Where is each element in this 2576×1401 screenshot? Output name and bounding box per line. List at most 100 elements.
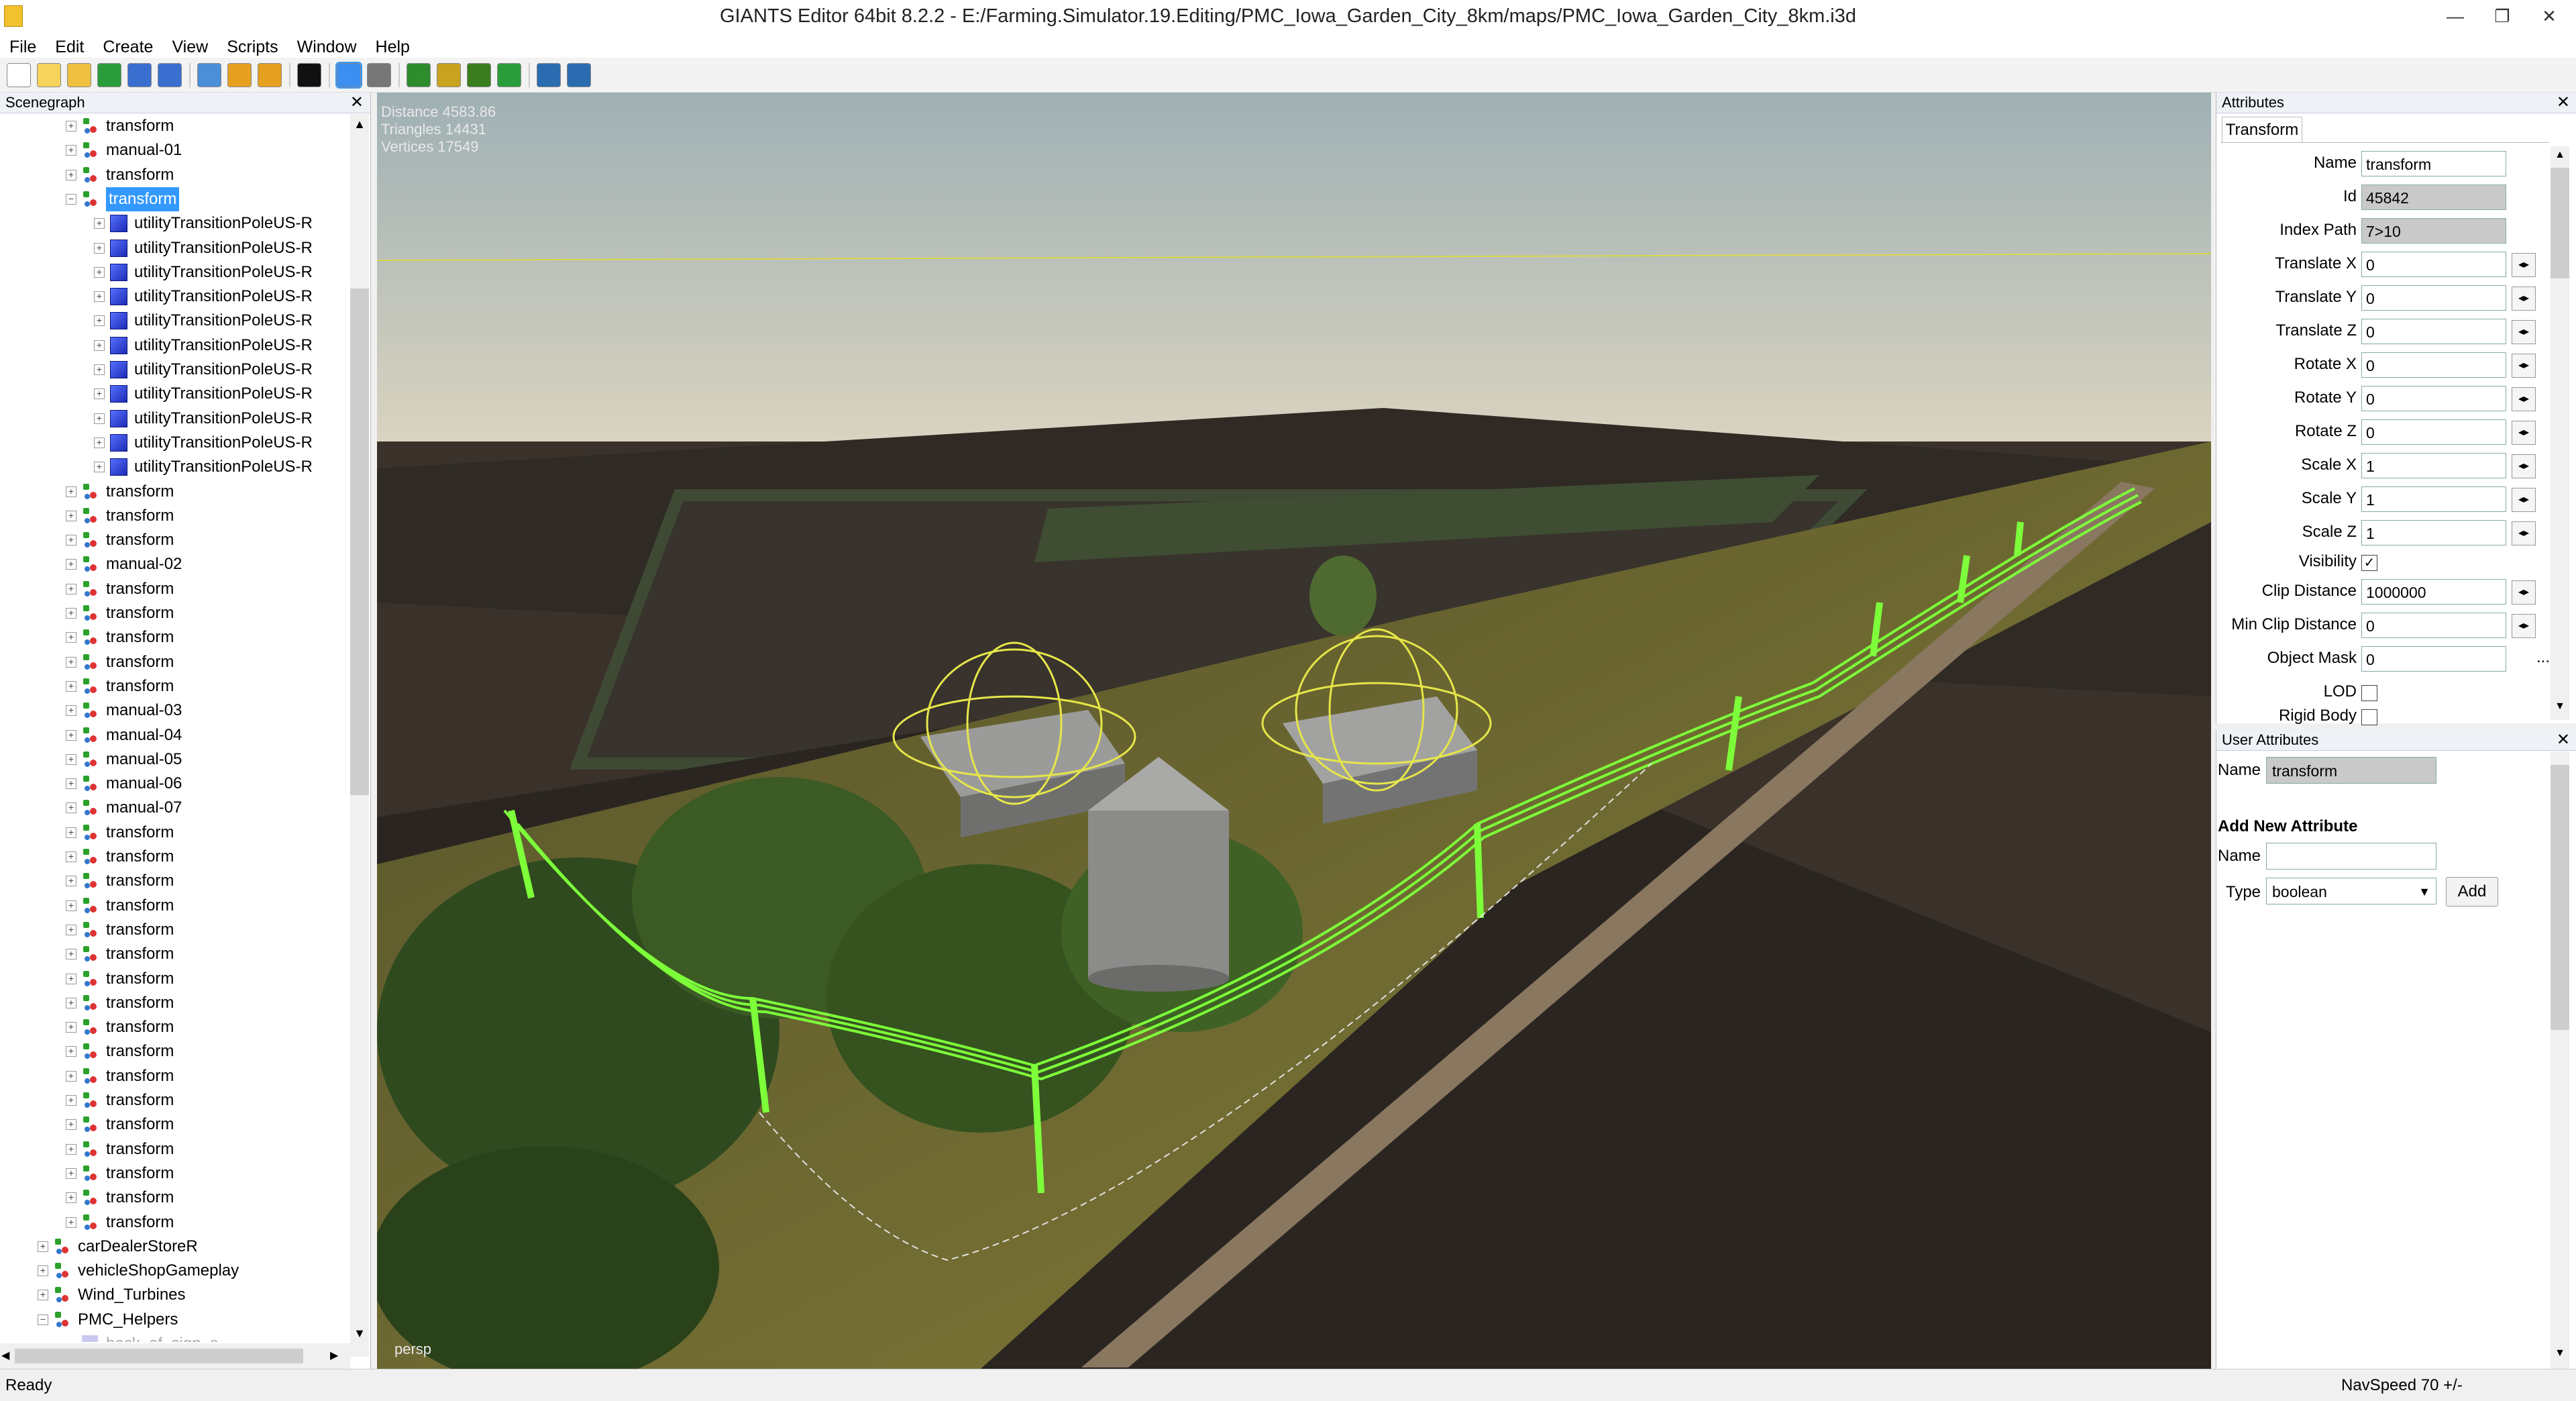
magnet-icon[interactable] (367, 62, 391, 87)
expand-icon[interactable]: + (66, 145, 76, 156)
expand-icon[interactable]: + (66, 656, 76, 668)
open-file-icon[interactable] (37, 62, 61, 87)
tree-row[interactable]: + transform (0, 1088, 349, 1112)
rotate-z-spinner-icon[interactable]: ◂▸ (2512, 421, 2536, 445)
tree-row[interactable]: + transform (0, 1137, 349, 1161)
expand-icon[interactable]: + (94, 340, 105, 351)
expand-icon[interactable]: + (94, 437, 105, 448)
import-icon[interactable] (197, 62, 221, 87)
tree-row[interactable]: + transform (0, 674, 349, 698)
translate-z-input[interactable]: 0 (2361, 319, 2506, 344)
tree-row[interactable]: + transform (0, 625, 349, 650)
3d-viewport[interactable]: Distance 4583.86 Triangles 14431 Vertice… (377, 93, 2211, 1369)
tree-row[interactable]: + transform (0, 601, 349, 625)
terrain-sculpt-icon[interactable] (407, 62, 431, 87)
tree-row[interactable]: + manual-06 (0, 772, 349, 796)
tree-row[interactable]: + utilityTransitionPoleUS-R (0, 284, 349, 309)
scenegraph-scroll-thumb[interactable] (350, 289, 369, 795)
expand-icon[interactable]: + (66, 1095, 76, 1106)
expand-icon[interactable]: + (66, 169, 76, 180)
tree-row[interactable]: + vehicleShopGameplay (0, 1259, 349, 1283)
translate-z-spinner-icon[interactable]: ◂▸ (2512, 320, 2536, 344)
visibility-checkbox[interactable]: ✓ (2361, 555, 2377, 571)
expand-icon[interactable]: + (66, 1168, 76, 1179)
tree-row[interactable]: + utilityTransitionPoleUS-R (0, 333, 349, 358)
expand-icon[interactable]: + (66, 924, 76, 935)
menu-file[interactable]: File (0, 34, 46, 58)
tree-row[interactable]: + transform (0, 1186, 349, 1210)
tree-row[interactable]: − PMC_Helpers (0, 1308, 349, 1332)
expand-icon[interactable]: + (66, 900, 76, 911)
expand-icon[interactable]: + (94, 291, 105, 303)
expand-icon[interactable]: + (66, 535, 76, 546)
tree-row[interactable]: + transform (0, 1210, 349, 1235)
min-clip-distance-spinner-icon[interactable]: ◂▸ (2512, 614, 2536, 638)
tree-row[interactable]: + transform (0, 114, 349, 138)
plugin-icon[interactable] (567, 62, 591, 87)
tree-row[interactable]: + utilityTransitionPoleUS-R (0, 455, 349, 479)
attributes-scroll-up-icon[interactable]: ▲ (2551, 149, 2569, 166)
expand-icon[interactable]: + (66, 1216, 76, 1228)
expand-icon[interactable]: + (66, 705, 76, 717)
attributes-close-icon[interactable]: ✕ (2557, 93, 2570, 113)
expand-icon[interactable]: + (66, 1070, 76, 1082)
expand-icon[interactable]: + (94, 242, 105, 254)
save-icon[interactable] (127, 62, 152, 87)
scale-x-spinner-icon[interactable]: ◂▸ (2512, 454, 2536, 478)
user-attributes-scroll-down-icon[interactable]: ▼ (2551, 1347, 2569, 1365)
scale-y-input[interactable]: 1 (2361, 486, 2506, 512)
tree-row[interactable]: + transform (0, 1161, 349, 1186)
tree-row[interactable]: + transform (0, 845, 349, 869)
tree-row[interactable]: + manual-02 (0, 552, 349, 576)
tree-row[interactable]: + transform (0, 1064, 349, 1088)
expand-icon[interactable]: + (66, 827, 76, 838)
tree-row[interactable]: + transform (0, 942, 349, 966)
tree-row[interactable]: − transform (0, 187, 349, 211)
expand-icon[interactable]: + (66, 754, 76, 765)
tree-row[interactable]: + manual-01 (0, 138, 349, 162)
expand-icon[interactable]: + (66, 1022, 76, 1033)
tree-row[interactable]: + transform (0, 869, 349, 893)
rotate-y-spinner-icon[interactable]: ◂▸ (2512, 387, 2536, 411)
expand-icon[interactable]: + (66, 1119, 76, 1131)
tree-row[interactable]: + carDealerStoreR (0, 1235, 349, 1259)
expand-icon[interactable]: + (66, 729, 76, 741)
add-attribute-button[interactable]: Add (2446, 877, 2498, 906)
user-attributes-close-icon[interactable]: ✕ (2557, 730, 2570, 750)
scenegraph-close-icon[interactable]: ✕ (350, 93, 364, 113)
translate-y-spinner-icon[interactable]: ◂▸ (2512, 287, 2536, 311)
expand-icon[interactable]: + (66, 1192, 76, 1204)
tree-row[interactable]: + utilityTransitionPoleUS-R (0, 236, 349, 260)
tree-row[interactable]: + utilityTransitionPoleUS-R (0, 358, 349, 382)
expand-icon[interactable]: + (38, 1290, 48, 1301)
expand-icon[interactable]: + (66, 997, 76, 1008)
attribute-type-select[interactable]: boolean ▼ (2266, 878, 2436, 904)
menu-create[interactable]: Create (93, 34, 162, 58)
expand-icon[interactable]: + (66, 121, 76, 132)
tree-row[interactable]: + transform (0, 577, 349, 601)
expand-icon[interactable]: + (94, 266, 105, 278)
menu-edit[interactable]: Edit (46, 34, 93, 58)
new-attribute-name-input[interactable] (2266, 843, 2436, 870)
expand-icon[interactable]: + (66, 632, 76, 643)
expand-icon[interactable]: + (94, 218, 105, 229)
rotate-x-spinner-icon[interactable]: ◂▸ (2512, 354, 2536, 378)
expand-icon[interactable]: + (66, 876, 76, 887)
scenegraph-tree[interactable]: + transform + manual-01 + transform − transform… (0, 114, 349, 1342)
rigid-body-checkbox[interactable] (2361, 709, 2377, 725)
user-attributes-scroll-thumb[interactable] (2551, 765, 2569, 1030)
expand-icon[interactable]: + (66, 1143, 76, 1155)
tree-row[interactable]: + utilityTransitionPoleUS-R (0, 309, 349, 333)
tree-row[interactable]: + utilityTransitionPoleUS-R (0, 407, 349, 431)
expand-icon[interactable]: + (38, 1265, 48, 1277)
expand-icon[interactable]: + (66, 559, 76, 570)
restore-button[interactable]: ❐ (2482, 3, 2522, 30)
clip-distance-input[interactable]: 1000000 (2361, 579, 2506, 605)
expand-icon[interactable]: + (66, 949, 76, 960)
attributes-scroll-thumb[interactable] (2551, 168, 2569, 278)
translate-y-input[interactable]: 0 (2361, 285, 2506, 311)
new-file-icon[interactable] (7, 62, 31, 87)
rotate-z-input[interactable]: 0 (2361, 419, 2506, 445)
spline-icon[interactable] (497, 62, 521, 87)
tree-row[interactable]: + transform (0, 821, 349, 845)
